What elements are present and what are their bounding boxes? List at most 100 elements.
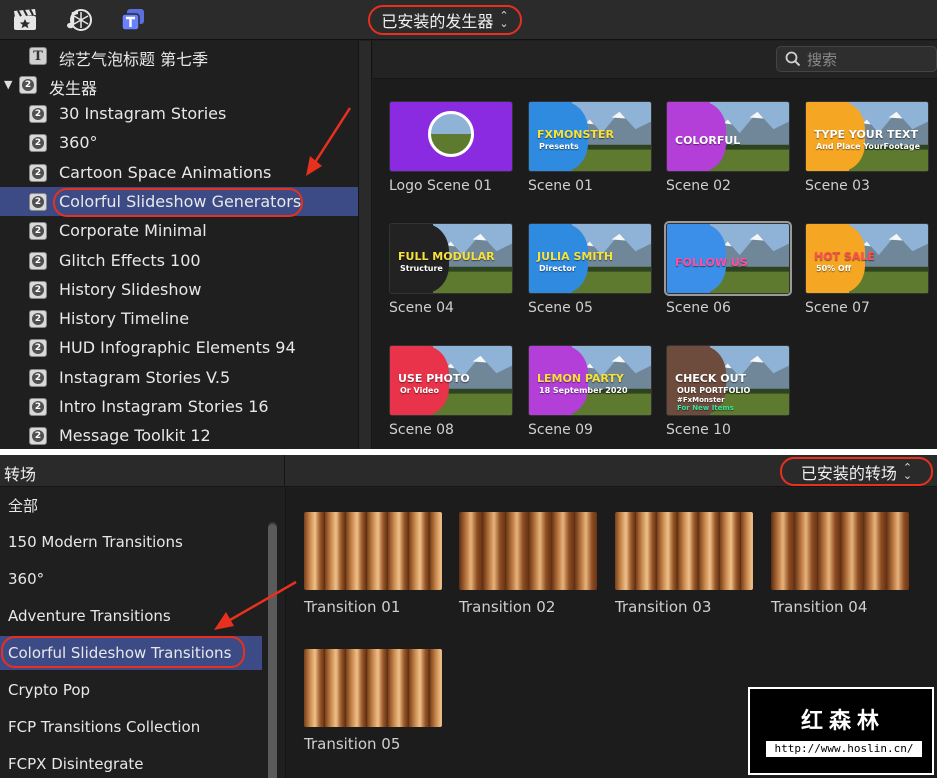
sidebar-item[interactable]: 2 Intro Instagram Stories 16 [0,392,358,421]
sidebar-item[interactable]: 2 HUD Infographic Elements 94 [0,333,358,362]
generator-thumbnail[interactable]: COLORFUL [666,101,790,172]
transition-thumbnail[interactable] [304,512,442,590]
disclosure-triangle-icon[interactable]: ▼ [4,78,12,91]
thumbnail-title-text: LEMON PARTY [537,372,624,385]
generator-thumbnail[interactable]: USE PHOTO Or Video [389,345,513,416]
generator-thumbnail[interactable]: TYPE YOUR TEXT And Place YourFootage [805,101,929,172]
transition-thumbnail[interactable] [615,512,753,590]
sidebar-group-label: 发生器 [49,79,98,98]
thumbnail-caption: Scene 07 [805,300,870,316]
generator-thumbnail[interactable]: FULL MODULAR Structure [389,223,513,294]
installed-generators-popup[interactable]: 已安装的发生器 ⌃ ⌄ [368,5,522,35]
generator-icon: 2 [29,105,47,123]
updown-chevron-icon: ⌃ ⌄ [902,460,913,482]
sidebar-item[interactable]: 2 History Slideshow [0,275,358,304]
sidebar-item[interactable]: 2 Corporate Minimal [0,216,358,245]
browser-header: 搜索 [373,41,937,79]
category-label: FCPX Disintegrate [8,755,144,773]
sidebar-item-label: 综艺气泡标题 第七季 [59,50,209,69]
generator-thumbnail[interactable]: FXMONSTER Presents [528,101,652,172]
transitions-category-item[interactable]: 全部 [0,488,262,522]
thumbnail-title-text: FOLLOW US [675,256,748,269]
header-divider [284,455,285,487]
sidebar-item[interactable]: 2 Glitch Effects 100 [0,246,358,275]
sidebar-item[interactable]: 2 Instagram Stories V.5 [0,363,358,392]
thumbnail-caption: Transition 02 [459,598,556,616]
generator-icon: 2 [29,134,47,153]
scrollbar-thumb[interactable] [268,524,277,778]
sidebar-item-label: Corporate Minimal [59,221,207,241]
sidebar-item-label: 30 Instagram Stories [59,104,227,123]
transitions-category-item[interactable]: FCPX Disintegrate [0,747,262,778]
generator-icon: 2 [29,163,47,182]
thumbnail-caption: Transition 04 [771,598,868,616]
generator-thumbnail[interactable]: CHECK OUT OUR PORTFOLIO #FxMonster For New … [666,345,790,416]
category-label: Adventure Transitions [8,607,171,625]
watermark-url: http://www.hoslin.cn/ [766,741,922,757]
thumbnail-title-text: HOT SALE [814,250,875,263]
thumbnail-subtitle-text: For New Items [677,404,734,412]
transitions-category-item[interactable]: Crypto Pop [0,673,262,707]
search-placeholder: 搜索 [807,50,838,69]
thumbnail-caption: Transition 03 [615,598,712,616]
generator-icon: 2 [29,398,47,416]
sidebar-item[interactable]: 2 Message Toolkit 12 [0,421,358,449]
thumbnail-caption: Logo Scene 01 [389,178,492,194]
category-label: Crypto Pop [8,681,91,699]
generator-thumbnail[interactable]: HOT SALE 50% Off [805,223,929,294]
thumbnail-subtitle-text: Structure [400,264,443,273]
sidebar-item-label: 360° [59,133,98,153]
category-label: Colorful Slideshow Transitions [8,644,232,662]
transitions-category-item[interactable]: Colorful Slideshow Transitions [0,636,262,670]
installed-transitions-popup[interactable]: 已安装的转场 ⌃ ⌄ [780,457,933,486]
generators-browser: 搜索 Logo Scene 01 FXMONSTER Presents Scene 0… [373,41,937,449]
transition-thumbnail[interactable] [459,512,597,590]
panel-title: 转场 [4,465,37,484]
thumbnail-subtitle-text: 50% Off [816,264,852,273]
music-photos-icon[interactable] [66,8,92,32]
thumbnail-caption: Scene 02 [666,178,731,194]
thumbnail-subtitle-text: Director [539,264,576,273]
search-icon [785,51,801,67]
sidebar-item-label: Message Toolkit 12 [59,426,211,446]
search-field[interactable]: 搜索 [776,46,937,72]
clapper-icon[interactable] [12,8,38,32]
thumbnail-title-text: TYPE YOUR TEXT [814,128,919,141]
category-label: 150 Modern Transitions [8,533,183,551]
generator-thumbnail[interactable] [389,101,513,172]
thumbnail-caption: Scene 06 [666,300,731,316]
category-label: 360° [8,570,45,588]
thumbnail-caption: Scene 09 [528,422,593,438]
sidebar-group-generators[interactable]: ▼ 2 发生器 [0,70,358,99]
generator-icon: 2 [29,280,47,299]
sidebar-item[interactable]: 2 History Timeline [0,304,358,333]
transition-thumbnail[interactable] [304,649,442,727]
generators-sidebar[interactable]: T 综艺气泡标题 第七季 ▼ 2 发生器 2 30 Instagram Stori… [0,41,358,449]
generator-thumbnail[interactable]: LEMON PARTY 18 September 2020 [528,345,652,416]
transitions-category-item[interactable]: 150 Modern Transitions [0,525,262,559]
title-t-icon: T [29,47,47,65]
thumbnail-subtitle-text: And Place YourFootage [816,142,921,151]
thumbnail-caption: Scene 04 [389,300,454,316]
thumbnail-caption: Transition 05 [304,735,401,753]
sidebar-item-label: Glitch Effects 100 [59,250,201,270]
sidebar-item-variety-bubble-titles[interactable]: T 综艺气泡标题 第七季 [0,41,358,70]
generator-thumbnail[interactable]: FOLLOW US [664,221,792,296]
popup-label: 已安装的转场 [800,463,897,483]
transition-thumbnail[interactable] [771,512,909,590]
thumbnail-title-text: FULL MODULAR [398,250,495,263]
sidebar-item-label: Intro Instagram Stories 16 [59,397,269,416]
generator-icon: 2 [19,76,37,94]
titles-generators-icon[interactable] [120,8,146,32]
generator-icon: 2 [29,251,47,270]
generator-icon: 2 [29,368,47,387]
thumbnail-title-text: JULIA SMITH [537,250,614,263]
generator-thumbnail[interactable]: JULIA SMITH Director [528,223,652,294]
panel-divider[interactable] [358,41,372,449]
transitions-category-item[interactable]: FCP Transitions Collection [0,710,262,744]
category-label: FCP Transitions Collection [8,718,201,736]
updown-chevron-icon: ⌃ ⌄ [499,9,509,30]
thumbnail-caption: Scene 08 [389,422,454,438]
sidebar-item[interactable]: 2 Colorful Slideshow Generators [0,186,358,216]
sidebar-item-label: Cartoon Space Animations [59,162,272,182]
